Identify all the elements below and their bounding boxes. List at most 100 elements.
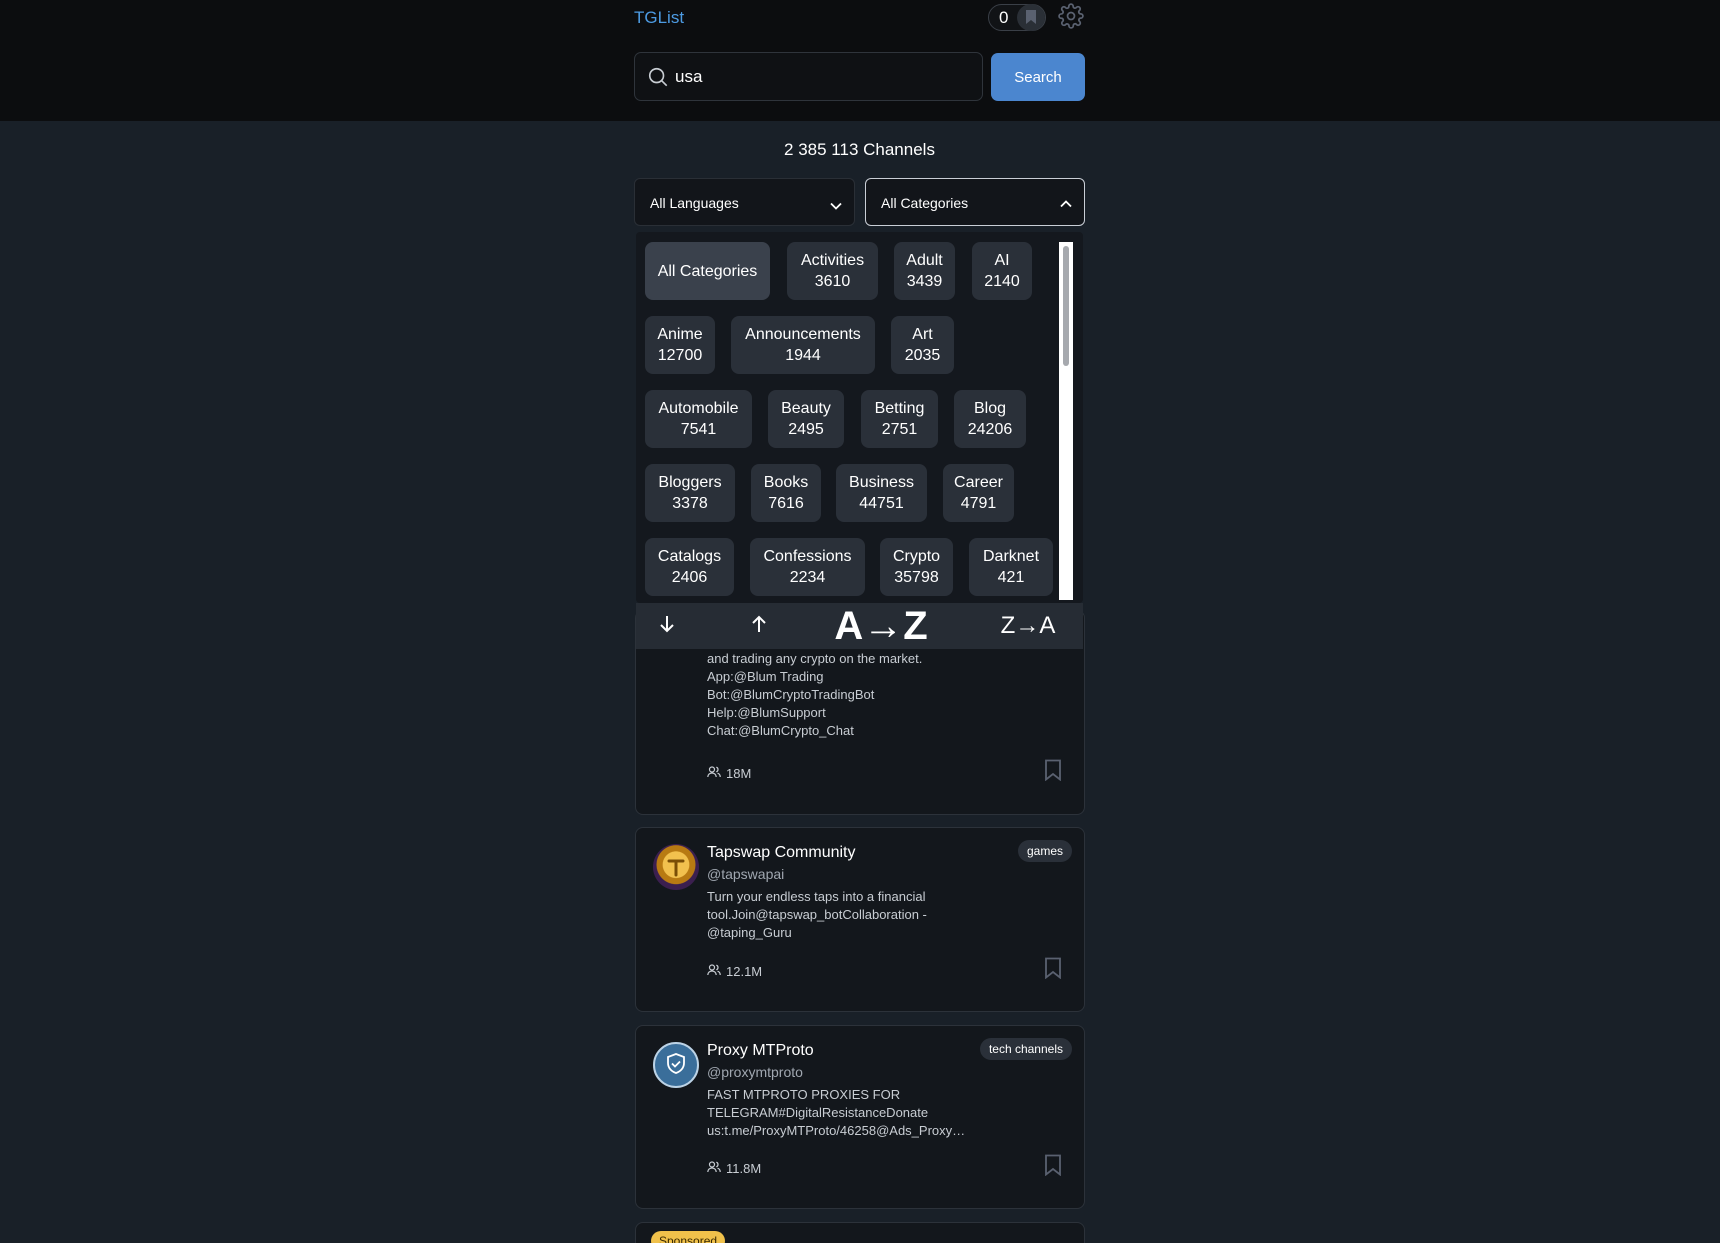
- category-chip-name: Darknet: [982, 548, 1040, 565]
- arrow-up-icon: [750, 614, 768, 639]
- sort-az-button[interactable]: A→Z: [826, 603, 936, 649]
- category-chip-name: Activities: [800, 252, 865, 269]
- gear-icon[interactable]: [1058, 3, 1084, 34]
- category-chip[interactable]: Adult 3439: [894, 242, 955, 300]
- channel-handle[interactable]: @tapswapai: [707, 866, 784, 882]
- channel-card[interactable]: Tapswap Community @tapswapai Turn your e…: [635, 827, 1085, 1012]
- language-dropdown[interactable]: All Languages: [634, 178, 855, 226]
- category-chip-name: AI: [994, 252, 1010, 269]
- category-chip[interactable]: Confessions 2234: [750, 538, 865, 596]
- category-chip-name: Announcements: [745, 326, 861, 343]
- users-icon: [707, 964, 721, 979]
- channel-description-line: Help:@BlumSupport: [707, 705, 826, 720]
- bookmark-icon: [1017, 4, 1045, 31]
- category-chip-name: Automobile: [658, 400, 739, 417]
- category-chip-count: 2495: [788, 421, 824, 438]
- category-chip[interactable]: Automobile 7541: [645, 390, 752, 448]
- member-count-value: 18M: [726, 766, 752, 781]
- category-chip[interactable]: Announcements 1944: [731, 316, 875, 374]
- category-chip-count: 35798: [894, 569, 939, 586]
- category-chip-count: 2751: [881, 421, 918, 438]
- channel-handle[interactable]: @proxymtproto: [707, 1064, 803, 1080]
- brand-link[interactable]: TGList: [634, 8, 684, 28]
- category-chip-count: 7616: [768, 495, 804, 512]
- category-chip-name: Books: [763, 474, 809, 491]
- bookmark-icon[interactable]: [1044, 957, 1062, 984]
- chevron-up-icon: [1060, 195, 1072, 211]
- category-chip[interactable]: Betting 2751: [861, 390, 938, 448]
- sort-desc-button[interactable]: [636, 603, 698, 649]
- sort-bar: A→Z Z→A: [636, 603, 1083, 649]
- category-chip-count: 24206: [967, 421, 1013, 438]
- sort-asc-button[interactable]: [728, 603, 790, 649]
- users-icon: [707, 766, 721, 781]
- category-chip-name: Beauty: [781, 400, 831, 417]
- category-chip[interactable]: All Categories: [645, 242, 770, 300]
- category-chip[interactable]: Art 2035: [891, 316, 954, 374]
- channel-avatar: [653, 1042, 699, 1088]
- category-scrollbar-thumb[interactable]: [1063, 246, 1069, 366]
- member-count: 11.8M: [707, 1161, 761, 1176]
- category-chip-count: 3378: [672, 495, 708, 512]
- search-icon: [647, 66, 669, 93]
- channel-description-line: Chat:@BlumCrypto_Chat: [707, 723, 854, 738]
- search-box: [634, 52, 983, 101]
- category-dropdown-label: All Categories: [881, 195, 969, 211]
- category-chip-count: 421: [997, 569, 1025, 586]
- category-chip[interactable]: Career 4791: [943, 464, 1014, 522]
- category-chip[interactable]: Activities 3610: [787, 242, 878, 300]
- search-input[interactable]: [675, 63, 965, 91]
- category-chip[interactable]: Business 44751: [836, 464, 927, 522]
- category-chip[interactable]: Anime 12700: [645, 316, 715, 374]
- category-chip-name: Catalogs: [657, 548, 722, 565]
- category-chip-name: Career: [954, 474, 1003, 491]
- category-chip-name: Confessions: [763, 548, 852, 565]
- category-chip[interactable]: Books 7616: [751, 464, 821, 522]
- category-chip[interactable]: Crypto 35798: [880, 538, 953, 596]
- category-tag[interactable]: tech channels: [979, 1038, 1072, 1060]
- arrow-down-icon: [658, 614, 676, 639]
- category-chip-count: 2140: [984, 273, 1020, 290]
- users-icon: [707, 1161, 721, 1176]
- channel-description: Turn your endless taps into a financial …: [707, 889, 927, 940]
- category-chip[interactable]: Blog 24206: [954, 390, 1026, 448]
- category-chip-name: Art: [912, 326, 933, 343]
- channel-description: FAST MTPROTO PROXIES FOR TELEGRAM#Digita…: [707, 1087, 966, 1138]
- chevron-down-icon: [830, 197, 842, 213]
- category-chip-count: 12700: [657, 347, 703, 364]
- category-chip-name: Anime: [657, 326, 703, 343]
- channels-count: 2 385 113 Channels: [784, 140, 935, 159]
- channel-title[interactable]: Proxy MTProto: [707, 1042, 814, 1060]
- category-chip[interactable]: Beauty 2495: [768, 390, 844, 448]
- category-chip-count: 4791: [960, 495, 997, 512]
- category-chip-name: Crypto: [892, 548, 941, 565]
- saved-counter[interactable]: 0: [988, 4, 1046, 31]
- category-chip-count: 3439: [906, 273, 943, 290]
- bookmark-icon[interactable]: [1044, 759, 1062, 786]
- channel-description-line: App:@Blum Trading: [707, 669, 824, 684]
- category-chip-count: 2035: [904, 347, 941, 364]
- search-button[interactable]: Search: [991, 53, 1085, 101]
- category-chip-name: Blog: [973, 400, 1007, 417]
- category-chip-name: Adult: [906, 252, 943, 269]
- category-chip-count: 2234: [789, 569, 826, 586]
- category-panel: All Categories Activities 3610 Adult 343…: [636, 232, 1083, 603]
- category-chip[interactable]: Darknet 421: [969, 538, 1053, 596]
- language-dropdown-label: All Languages: [650, 195, 739, 211]
- member-count: 18M: [707, 766, 751, 781]
- category-tag[interactable]: games: [1017, 840, 1072, 862]
- category-chip-count: 2406: [671, 569, 708, 586]
- category-chip[interactable]: Catalogs 2406: [645, 538, 734, 596]
- bookmark-icon[interactable]: [1044, 1154, 1062, 1181]
- top-bar: TGList 0 Search: [0, 0, 1720, 121]
- sort-za-button[interactable]: Z→A: [988, 603, 1068, 649]
- channel-title[interactable]: Tapswap Community: [707, 844, 856, 862]
- sponsored-card[interactable]: Sponsored: [635, 1222, 1085, 1243]
- saved-count: 0: [999, 8, 1009, 27]
- category-chip[interactable]: Bloggers 3378: [645, 464, 735, 522]
- category-dropdown[interactable]: All Categories: [865, 178, 1085, 226]
- channel-description-line: Bot:@BlumCryptoTradingBot: [707, 687, 875, 702]
- channel-card[interactable]: Proxy MTProto @proxymtproto FAST MTPROTO…: [635, 1025, 1085, 1209]
- category-chip-count: 3610: [814, 273, 851, 290]
- category-chip[interactable]: AI 2140: [972, 242, 1032, 300]
